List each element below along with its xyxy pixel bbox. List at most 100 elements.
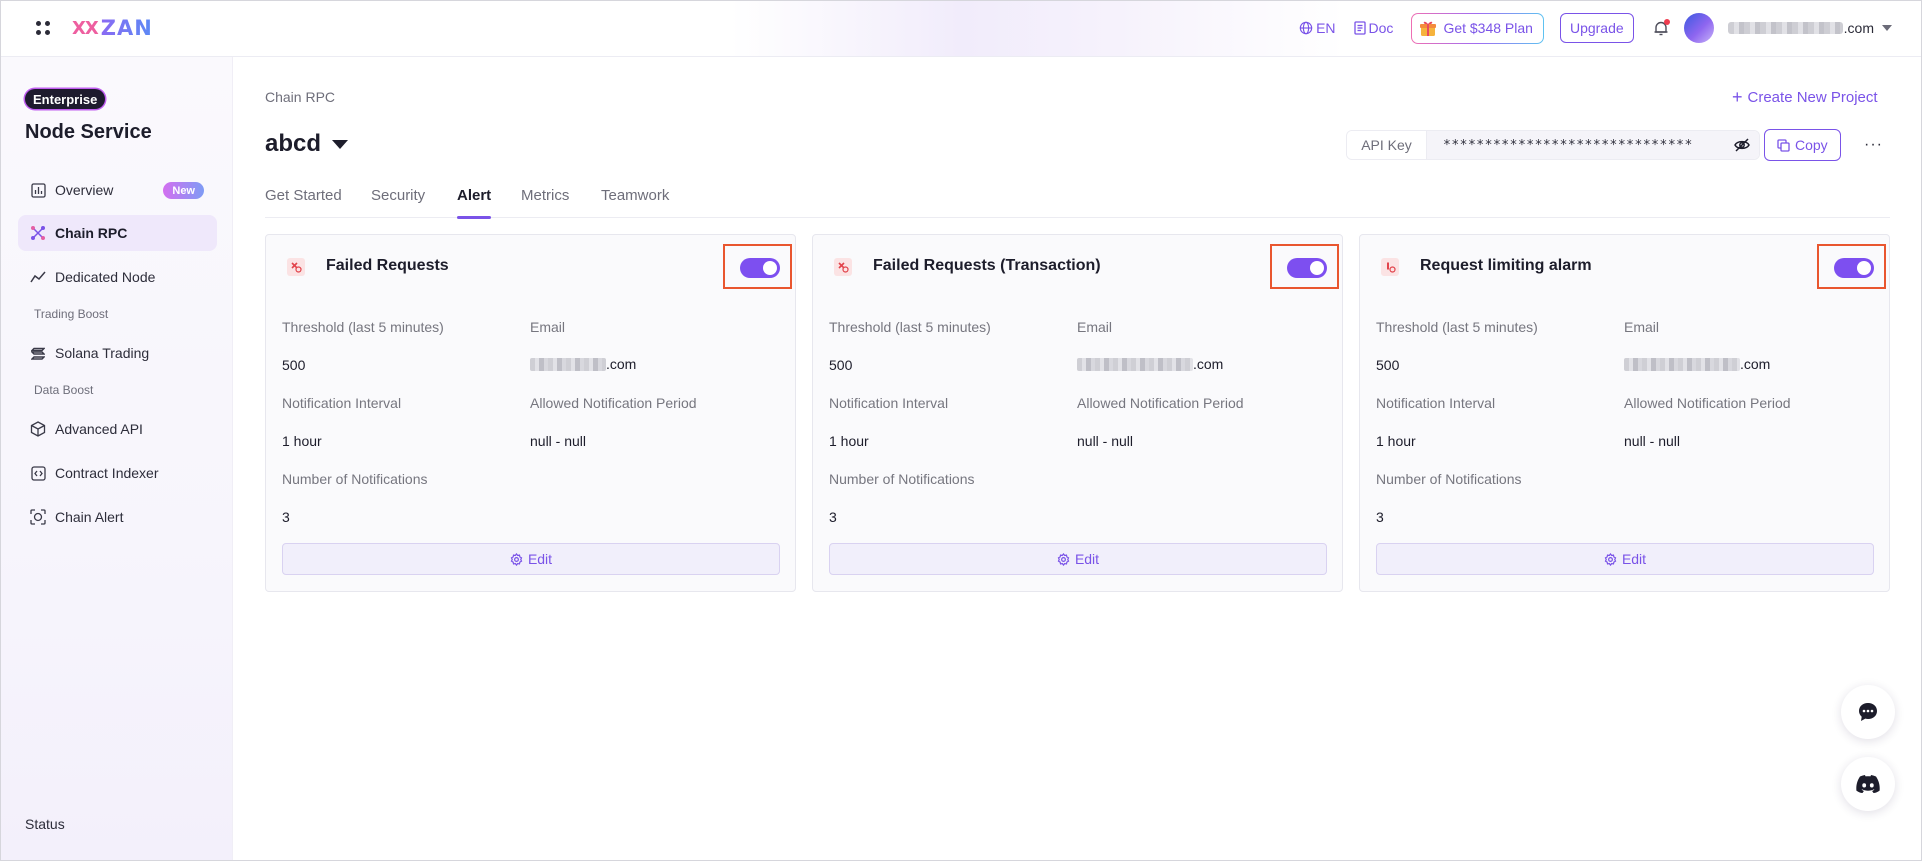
create-project-link[interactable]: + Create New Project — [1732, 88, 1878, 106]
avatar[interactable] — [1683, 13, 1714, 43]
status-link[interactable]: Status — [25, 816, 65, 832]
new-badge: New — [163, 182, 204, 199]
count-label: Number of Notifications — [1376, 471, 1522, 487]
count-value: 3 — [1376, 509, 1384, 525]
email-label: Email — [530, 319, 566, 335]
top-bar: XX ZAN EN Doc Get $348 Plan Upgrade .com — [0, 0, 1922, 57]
interval-label: Notification Interval — [829, 395, 949, 411]
threshold-value: 500 — [829, 357, 853, 373]
doc-link[interactable]: Doc — [1353, 20, 1394, 36]
promo-plan-label: Get $348 Plan — [1443, 20, 1533, 36]
edit-label: Edit — [527, 551, 553, 567]
email-value: .com — [530, 356, 636, 372]
more-options-button[interactable]: ··· — [1864, 136, 1883, 154]
project-selector[interactable]: abcd — [265, 130, 349, 158]
caret-down-icon — [332, 139, 349, 149]
create-project-label: Create New Project — [1747, 88, 1878, 106]
sidebar-item-solana-trading[interactable]: Solana Trading — [18, 335, 217, 371]
notification-bell[interactable] — [1652, 19, 1670, 37]
chat-bubble-icon — [1859, 703, 1877, 721]
alert-enable-toggle[interactable] — [1834, 258, 1874, 278]
sidebar-item-overview[interactable]: Overview New — [18, 172, 217, 208]
sidebar-item-dedicated-node[interactable]: Dedicated Node — [18, 259, 217, 295]
eye-off-icon[interactable] — [1725, 131, 1759, 159]
sidebar-item-label: Advanced API — [55, 421, 143, 437]
alert-card-title: Failed Requests — [326, 257, 449, 274]
upgrade-button[interactable]: Upgrade — [1559, 13, 1634, 43]
count-label: Number of Notifications — [829, 471, 975, 487]
globe-icon — [1299, 21, 1313, 35]
toggle-knob — [1310, 261, 1324, 275]
project-name: abcd — [265, 130, 322, 157]
chat-support-button[interactable] — [1841, 685, 1895, 739]
promo-plan-button[interactable]: Get $348 Plan — [1411, 12, 1544, 44]
email-value: .com — [1624, 356, 1770, 372]
sidebar-item-label: Chain Alert — [55, 509, 124, 525]
alert-card-title: Failed Requests (Transaction) — [873, 257, 1101, 274]
period-label: Allowed Notification Period — [1077, 395, 1244, 411]
sidebar-group-data-boost: Data Boost — [34, 383, 94, 397]
alert-enable-toggle[interactable] — [740, 258, 780, 278]
network-nodes-icon — [30, 225, 46, 241]
interval-value: 1 hour — [282, 433, 322, 449]
cube-icon — [30, 421, 46, 437]
sidebar-item-label: Dedicated Node — [55, 269, 156, 285]
interval-label: Notification Interval — [1376, 395, 1496, 411]
threshold-value: 500 — [1376, 357, 1400, 373]
toggle-highlight-frame — [723, 244, 792, 289]
edit-button[interactable]: Edit — [282, 543, 780, 575]
discord-button[interactable] — [1841, 757, 1895, 811]
edit-label: Edit — [1621, 551, 1647, 567]
email-value: .com — [1077, 356, 1223, 372]
gift-icon — [1420, 21, 1437, 36]
alert-card-icon — [287, 258, 305, 276]
email-label: Email — [1077, 319, 1113, 335]
alert-card-icon — [1381, 258, 1399, 276]
language-label: EN — [1316, 20, 1336, 36]
threshold-label: Threshold (last 5 minutes) — [1376, 319, 1538, 335]
tab-teamwork[interactable]: Teamwork — [601, 187, 669, 218]
api-key-value[interactable]: ****************************** — [1427, 131, 1725, 159]
toggle-highlight-frame — [1817, 244, 1886, 289]
edit-button[interactable]: Edit — [1376, 543, 1874, 575]
alert-scan-icon — [30, 509, 46, 525]
doc-label: Doc — [1368, 20, 1394, 36]
chevron-down-icon[interactable] — [1882, 25, 1892, 31]
copy-label: Copy — [1795, 137, 1828, 153]
tab-alert[interactable]: Alert — [457, 187, 492, 219]
sidebar-item-label: Chain RPC — [55, 225, 128, 241]
sidebar-item-chain-rpc[interactable]: Chain RPC — [18, 215, 217, 251]
sidebar-item-label: Contract Indexer — [55, 465, 159, 481]
copy-icon — [1777, 138, 1790, 152]
sidebar-item-label: Overview — [55, 182, 114, 198]
enterprise-badge: Enterprise — [25, 89, 106, 109]
threshold-label: Threshold (last 5 minutes) — [829, 319, 991, 335]
email-redacted — [1077, 357, 1193, 371]
sidebar-item-contract-indexer[interactable]: Contract Indexer — [18, 455, 217, 491]
tab-security[interactable]: Security — [371, 187, 425, 218]
alert-enable-toggle[interactable] — [1287, 258, 1327, 278]
tab-get-started[interactable]: Get Started — [265, 187, 342, 218]
language-switch[interactable]: EN — [1299, 20, 1336, 36]
tab-metrics[interactable]: Metrics — [521, 187, 569, 218]
edit-button[interactable]: Edit — [829, 543, 1327, 575]
api-key-field: API Key ****************************** — [1346, 130, 1760, 160]
alert-card-failed-requests: Failed Requests Threshold (last 5 minute… — [265, 234, 796, 592]
toggle-knob — [1857, 261, 1871, 275]
toggle-highlight-frame — [1270, 244, 1339, 289]
alert-card-request-limiting: Request limiting alarm Threshold (last 5… — [1359, 234, 1890, 592]
sidebar-item-advanced-api[interactable]: Advanced API — [18, 411, 217, 447]
line-chart-icon — [30, 269, 46, 285]
email-suffix: .com — [1740, 356, 1771, 372]
notification-dot — [1663, 19, 1670, 25]
period-value: null - null — [530, 433, 587, 449]
copy-button[interactable]: Copy — [1764, 129, 1841, 161]
apps-grid-icon[interactable] — [36, 21, 50, 35]
plus-icon: + — [1732, 87, 1743, 107]
edit-label: Edit — [1074, 551, 1100, 567]
sidebar-title: Node Service — [25, 121, 152, 143]
email-redacted — [530, 357, 606, 371]
count-value: 3 — [829, 509, 837, 525]
zan-logo[interactable]: XX ZAN — [72, 15, 153, 41]
sidebar-item-chain-alert[interactable]: Chain Alert — [18, 499, 217, 535]
